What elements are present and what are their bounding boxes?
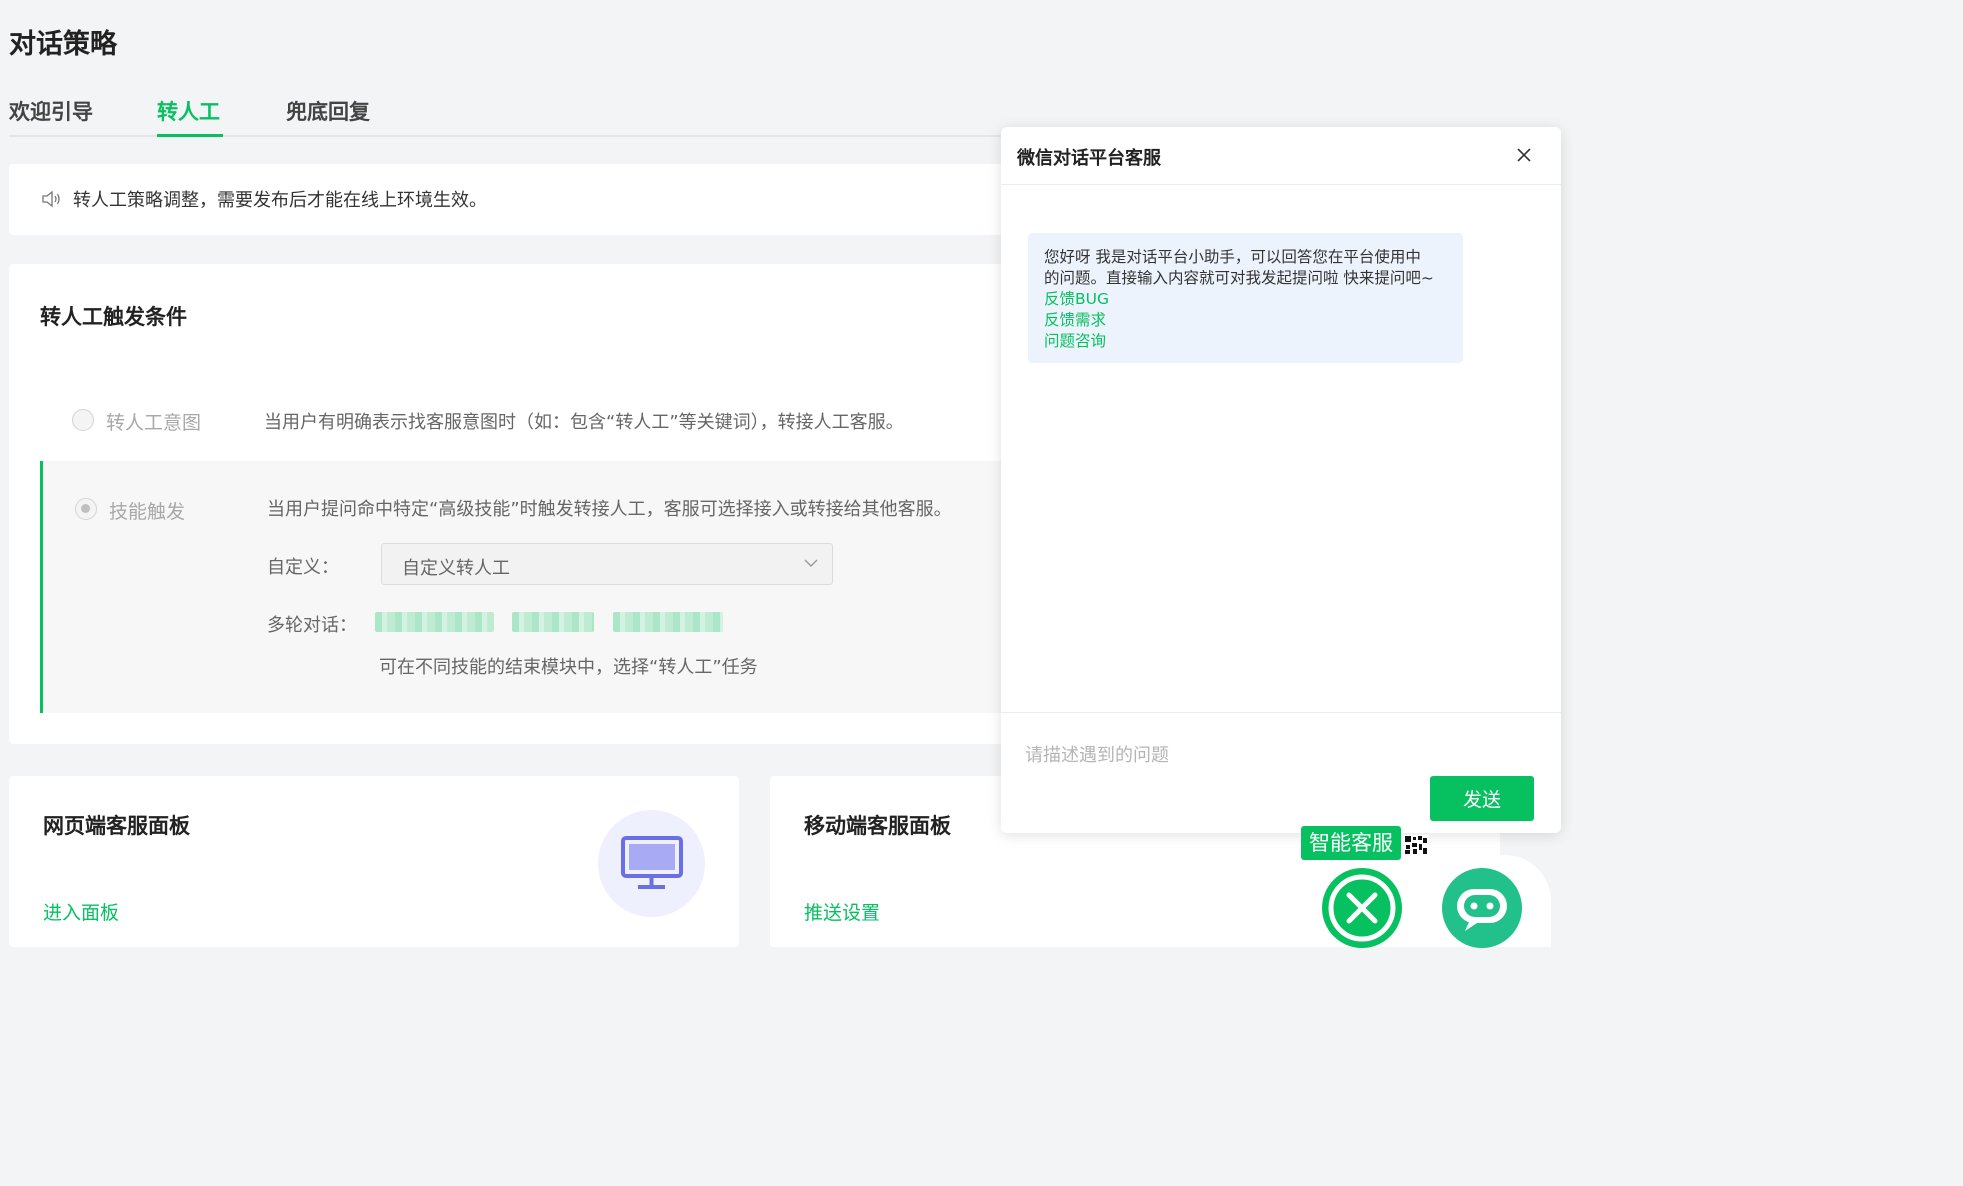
multi-turn-hint: 可在不同技能的结束模块中，选择“转人工”任务 xyxy=(379,657,758,678)
chat-input[interactable] xyxy=(1025,737,1525,773)
trigger-conditions-card: 转人工触发条件 转人工意图 当用户有明确表示找客服意图时（如：包含“转人工”等关… xyxy=(9,264,1019,744)
select-value: 自定义转人工 xyxy=(402,558,510,579)
chat-title: 微信对话平台客服 xyxy=(1017,148,1161,169)
monitor-badge xyxy=(598,810,705,917)
feedback-request-link[interactable]: 反馈需求 xyxy=(1044,310,1447,331)
option-desc-skill: 当用户提问命中特定“高级技能”时触发转接人工，客服可选择接入或转接给其他客服。 xyxy=(267,499,952,520)
chat-header: 微信对话平台客服 xyxy=(1001,127,1561,185)
tab-transfer-human[interactable]: 转人工 xyxy=(157,96,220,126)
enter-panel-link[interactable]: 进入面板 xyxy=(43,898,119,925)
qr-code-icon[interactable] xyxy=(1404,835,1428,855)
input-divider xyxy=(1001,712,1561,713)
push-settings-link[interactable]: 推送设置 xyxy=(804,898,880,925)
tab-welcome-guide[interactable]: 欢迎引导 xyxy=(9,96,93,126)
page-title: 对话策略 xyxy=(9,29,117,60)
option-label-skill: 技能触发 xyxy=(109,501,186,523)
close-icon[interactable] xyxy=(1514,145,1534,165)
message-line: 您好呀 我是对话平台小助手，可以回答您在平台使用中 xyxy=(1044,248,1421,266)
custom-label: 自定义： xyxy=(267,557,339,578)
option-desc-intent: 当用户有明确表示找客服意图时（如：包含“转人工”等关键词），转接人工客服。 xyxy=(264,412,904,433)
speaker-icon xyxy=(42,190,60,208)
custom-select[interactable]: 自定义转人工 xyxy=(381,543,833,585)
tab-bar: 欢迎引导 转人工 兜底回复 xyxy=(9,92,1009,137)
monitor-icon xyxy=(621,836,683,889)
notice-bar: 转人工策略调整，需要发布后才能在线上环境生效。 xyxy=(9,164,1019,235)
tab-fallback-reply[interactable]: 兜底回复 xyxy=(286,96,370,126)
multi-turn-tag[interactable] xyxy=(613,612,723,632)
radio-skill[interactable] xyxy=(75,498,97,520)
web-panel-title: 网页端客服面板 xyxy=(43,814,190,838)
skill-trigger-block: 技能触发 当用户提问命中特定“高级技能”时触发转接人工，客服可选择接入或转接给其… xyxy=(40,461,1019,713)
radio-intent[interactable] xyxy=(72,409,94,431)
assistant-message: 您好呀 我是对话平台小助手，可以回答您在平台使用中 的问题。直接输入内容就可对我… xyxy=(1028,233,1463,363)
message-line: 的问题。直接输入内容就可对我发起提问啦 快来提问吧~ xyxy=(1044,269,1434,287)
question-consult-link[interactable]: 问题咨询 xyxy=(1044,331,1447,352)
active-tab-indicator xyxy=(157,134,223,137)
close-assistant-button[interactable] xyxy=(1321,867,1403,949)
web-panel-card: 网页端客服面板 进入面板 xyxy=(9,776,739,947)
assistant-tag: 智能客服 xyxy=(1301,826,1401,860)
robot-assistant-icon[interactable] xyxy=(1441,867,1523,949)
multi-turn-tag[interactable] xyxy=(512,612,594,632)
multi-turn-label: 多轮对话： xyxy=(267,615,357,636)
option-label-intent: 转人工意图 xyxy=(106,412,202,434)
chevron-down-icon xyxy=(804,559,818,567)
chat-dialog: 微信对话平台客服 您好呀 我是对话平台小助手，可以回答您在平台使用中 的问题。直… xyxy=(1001,127,1561,833)
send-button[interactable]: 发送 xyxy=(1430,776,1534,821)
notice-text: 转人工策略调整，需要发布后才能在线上环境生效。 xyxy=(73,190,487,211)
mobile-panel-title: 移动端客服面板 xyxy=(804,814,951,838)
section-title: 转人工触发条件 xyxy=(40,305,187,329)
feedback-bug-link[interactable]: 反馈BUG xyxy=(1044,289,1447,310)
multi-turn-tag[interactable] xyxy=(375,612,494,632)
